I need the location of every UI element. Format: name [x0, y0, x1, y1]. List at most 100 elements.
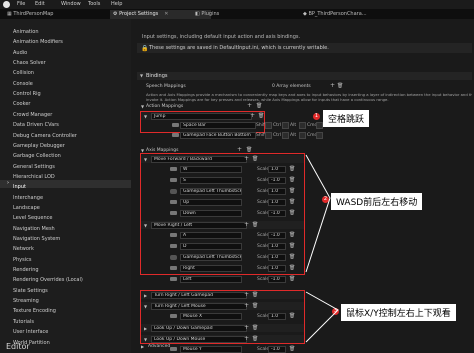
trash-icon[interactable]: 🗑 [252, 156, 258, 162]
axis-key-select[interactable]: Right [180, 265, 242, 272]
axis-name-field[interactable]: Turn Right / Left Mouse [151, 303, 247, 310]
add-icon[interactable]: + [250, 112, 255, 119]
keyboard-icon[interactable] [172, 123, 179, 127]
modifier-checkbox-shift[interactable] [265, 132, 272, 139]
keyboard-icon[interactable] [170, 211, 177, 215]
trash-icon[interactable]: 🗑 [289, 243, 295, 249]
trash-icon[interactable]: 🗑 [289, 265, 295, 271]
trash-icon[interactable]: 🗑 [289, 254, 295, 260]
key-select[interactable]: Gamepad Face Button Bottom [180, 132, 256, 139]
axis-name-field[interactable]: Move Forward / Backward [151, 156, 247, 163]
sidebar-item-landscape[interactable]: Landscape [13, 205, 40, 211]
trash-icon[interactable]: 🗑 [289, 313, 295, 319]
scale-input[interactable]: -1.0 [268, 210, 286, 217]
add-icon[interactable]: + [244, 221, 249, 228]
sidebar-item-navigation-mesh[interactable]: Navigation Mesh [13, 226, 55, 232]
sidebar-item-streaming[interactable]: Streaming [13, 298, 39, 304]
modifier-checkbox-alt[interactable] [299, 132, 306, 139]
sidebar-item-user-interface[interactable]: User Interface [13, 329, 48, 335]
axis-key-select[interactable]: Down [180, 210, 242, 217]
sidebar-item-physics[interactable]: Physics [13, 257, 32, 263]
sidebar-item-general-settings[interactable]: General Settings [13, 164, 55, 170]
keyboard-icon[interactable] [170, 277, 177, 281]
axis-key-select[interactable]: S [180, 177, 242, 184]
trash-icon[interactable]: 🗑 [289, 188, 295, 194]
trash-icon[interactable]: 🗑 [289, 232, 295, 238]
collapse-icon[interactable]: ▼ [144, 114, 147, 119]
collapse-icon[interactable]: ▼ [144, 223, 147, 228]
sidebar-item-slate-settings[interactable]: Slate Settings [13, 288, 48, 294]
axis-key-select[interactable]: A [180, 232, 242, 239]
trash-icon[interactable]: 🗑 [289, 177, 295, 183]
keyboard-icon[interactable] [170, 200, 177, 204]
sidebar-item-gameplay-debugger[interactable]: Gameplay Debugger [13, 143, 65, 149]
gamepad-icon[interactable] [172, 133, 179, 137]
sidebar-item-crowd-manager[interactable]: Crowd Manager [13, 112, 52, 118]
collapse-icon[interactable]: ▼ [144, 337, 147, 342]
axis-key-select[interactable]: Mouse X [180, 313, 242, 320]
action-name-field[interactable]: Jump [151, 113, 252, 120]
axis-key-select[interactable]: Mouse Y [180, 346, 242, 353]
trash-icon[interactable]: 🗑 [289, 276, 295, 282]
gamepad-icon[interactable] [170, 255, 177, 260]
axis-name-field[interactable]: Look Up / Down Mouse [151, 336, 247, 343]
axis-name-field[interactable]: Move Right / Left [151, 222, 247, 229]
axis-key-select[interactable]: Left [180, 276, 242, 283]
trash-icon[interactable]: 🗑 [289, 210, 295, 216]
collapse-icon[interactable]: ▼ [144, 304, 147, 309]
sidebar-item-control-rig[interactable]: Control Rig [13, 91, 41, 97]
keyboard-icon[interactable] [170, 244, 177, 248]
modifier-checkbox-alt[interactable] [299, 122, 306, 129]
mouse-icon[interactable] [170, 314, 177, 318]
scale-input[interactable]: 1.0 [268, 199, 286, 206]
sidebar-item-chaos-solver[interactable]: Chaos Solver [13, 60, 46, 66]
key-select[interactable]: Space Bar [180, 122, 256, 129]
trash-icon[interactable]: 🗑 [289, 346, 295, 352]
scale-input[interactable]: -1.0 [268, 346, 286, 353]
modifier-checkbox-cmd[interactable] [316, 132, 323, 139]
axis-key-select[interactable]: D [180, 243, 242, 250]
sidebar-item-debug-camera-controller[interactable]: Debug Camera Controller [13, 133, 77, 139]
sidebar-item-rendering[interactable]: Rendering [13, 267, 39, 273]
sidebar-item-audio[interactable]: Audio [13, 50, 27, 56]
axis-name-field[interactable]: Look Up / Down Gamepad [151, 325, 247, 332]
trash-icon[interactable]: 🗑 [289, 199, 295, 205]
sidebar-item-rendering-overrides-local-[interactable]: Rendering Overrides (Local) [13, 277, 83, 283]
sidebar-item-animation-modifiers[interactable]: Animation Modifiers [13, 39, 63, 45]
scale-input[interactable]: -1.0 [268, 276, 286, 283]
sidebar-item-cooker[interactable]: Cooker [13, 101, 30, 107]
scale-input[interactable]: -1.0 [268, 232, 286, 239]
axis-key-select[interactable]: Up [180, 199, 242, 206]
sidebar-item-collision[interactable]: Collision [13, 70, 34, 76]
scale-input[interactable]: 1.0 [268, 254, 286, 261]
trash-icon[interactable]: 🗑 [252, 336, 258, 342]
keyboard-icon[interactable] [170, 167, 177, 171]
axis-key-select[interactable]: W [180, 166, 242, 173]
sidebar-item-animation[interactable]: Animation [13, 29, 39, 35]
modifier-checkbox-shift[interactable] [265, 122, 272, 129]
trash-icon[interactable]: 🗑 [252, 222, 258, 228]
sidebar-item-texture-encoding[interactable]: Texture Encoding [13, 308, 56, 314]
add-icon[interactable]: + [244, 302, 249, 309]
add-icon[interactable]: + [244, 155, 249, 162]
trash-icon[interactable]: 🗑 [252, 303, 258, 309]
axis-name-field[interactable]: Turn Right / Left Gamepad [151, 292, 247, 299]
sidebar-item-world-partition[interactable]: World Partition [13, 340, 50, 346]
axis-key-select[interactable]: Gamepad Left Thumbstick X-Axis [180, 254, 242, 261]
sidebar-item-data-driven-cvars[interactable]: Data Driven CVars [13, 122, 59, 128]
scale-input[interactable]: 1.0 [268, 265, 286, 272]
trash-icon[interactable]: 🗑 [289, 166, 295, 172]
sidebar-item-tutorials[interactable]: Tutorials [13, 319, 34, 325]
sidebar-item-garbage-collection[interactable]: Garbage Collection [13, 153, 61, 159]
sidebar-item-hierarchical-lod[interactable]: Hierarchical LOD [13, 174, 55, 180]
axis-key-select[interactable]: Gamepad Left Thumbstick Y-Axis [180, 188, 242, 195]
add-icon[interactable]: + [244, 291, 249, 298]
modifier-checkbox-cmd[interactable] [316, 122, 323, 129]
collapse-icon[interactable]: ▼ [144, 157, 147, 162]
add-icon[interactable]: + [244, 324, 249, 331]
keyboard-icon[interactable] [170, 178, 177, 182]
sidebar-item-input[interactable]: Input [13, 184, 26, 190]
sidebar-item-level-sequence[interactable]: Level Sequence [13, 215, 52, 221]
modifier-checkbox-ctrl[interactable] [282, 132, 289, 139]
scale-input[interactable]: 1.0 [268, 166, 286, 173]
